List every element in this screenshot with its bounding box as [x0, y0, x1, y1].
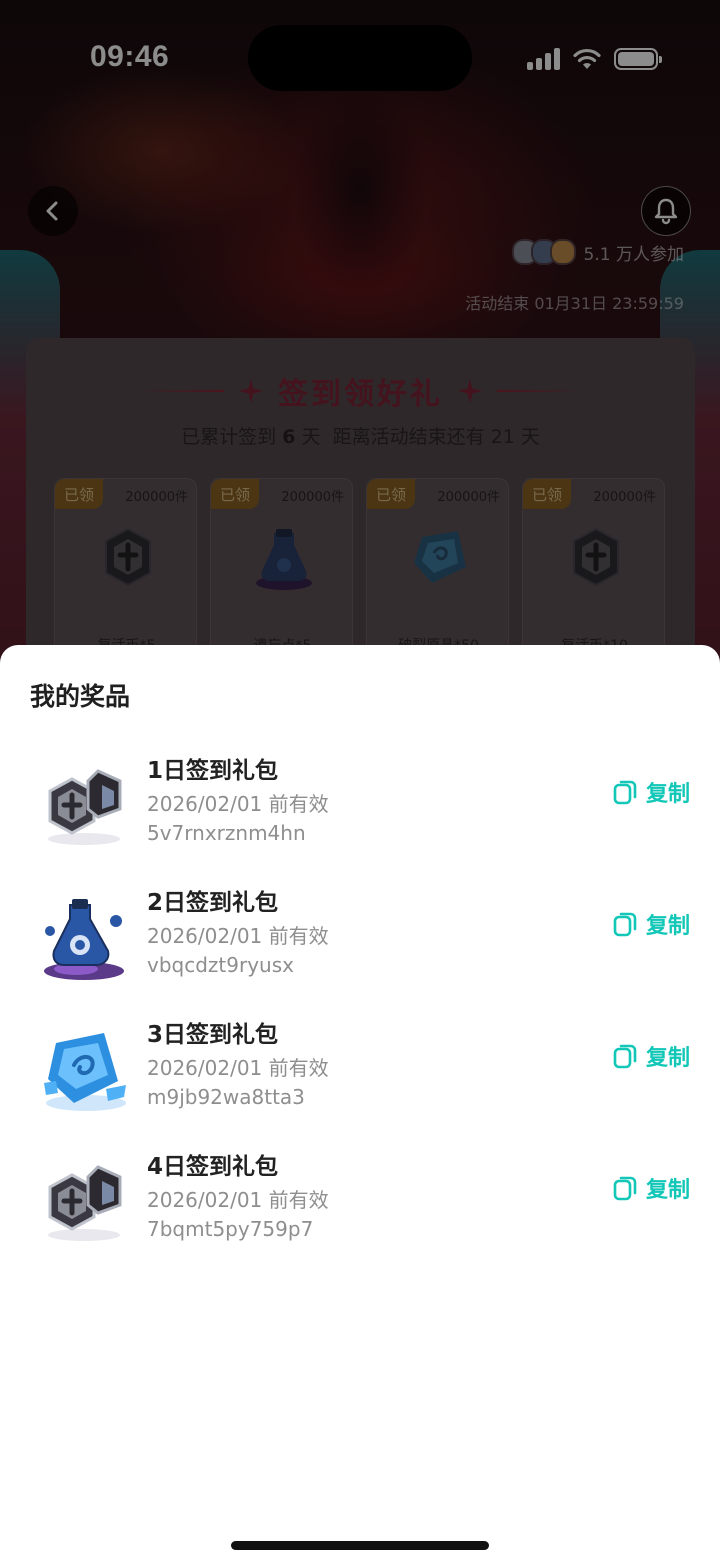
- revive-coin-icon: [48, 769, 122, 845]
- copy-button[interactable]: 复制: [612, 777, 690, 807]
- prize-code: vbqcdzt9ryusx: [147, 953, 294, 977]
- copy-label: 复制: [645, 1178, 690, 1203]
- prize-item: 4日签到礼包 2026/02/01 前有效 7bqmt5py759p7 复制: [0, 1147, 720, 1257]
- copy-icon: [613, 780, 637, 805]
- prize-name: 2日签到礼包: [147, 890, 279, 916]
- copy-icon: [613, 1176, 637, 1201]
- prize-validity: 2026/02/01 前有效: [147, 924, 329, 948]
- prize-code: 7bqmt5py759p7: [147, 1217, 314, 1241]
- copy-label: 复制: [645, 1046, 690, 1071]
- prize-validity: 2026/02/01 前有效: [147, 1056, 329, 1080]
- sheet-title: 我的奖品: [30, 682, 131, 711]
- prize-code: 5v7rnxrznm4hn: [147, 821, 306, 845]
- my-prizes-sheet: 我的奖品 1日签到礼包 2026/02/01 前有效 5v7rnxrznm4hn…: [0, 645, 720, 1565]
- prize-validity: 2026/02/01 前有效: [147, 1188, 329, 1212]
- prize-item: 1日签到礼包 2026/02/01 前有效 5v7rnxrznm4hn 复制: [0, 751, 720, 861]
- prize-item: 3日签到礼包 2026/02/01 前有效 m9jb92wa8tta3 复制: [0, 1015, 720, 1125]
- forget-potion-icon: [44, 899, 124, 980]
- prize-code: m9jb92wa8tta3: [147, 1085, 305, 1109]
- copy-button[interactable]: 复制: [612, 1041, 690, 1071]
- revive-coin-icon: [48, 1165, 122, 1241]
- copy-icon: [613, 1044, 637, 1069]
- copy-button[interactable]: 复制: [612, 909, 690, 939]
- prize-name: 4日签到礼包: [147, 1154, 279, 1180]
- prize-name: 1日签到礼包: [147, 758, 279, 784]
- copy-button[interactable]: 复制: [612, 1173, 690, 1203]
- prize-validity: 2026/02/01 前有效: [147, 792, 329, 816]
- copy-label: 复制: [645, 782, 690, 807]
- copy-label: 复制: [645, 914, 690, 939]
- prize-name: 3日签到礼包: [147, 1022, 279, 1048]
- home-indicator[interactable]: [231, 1541, 489, 1550]
- prize-item: 2日签到礼包 2026/02/01 前有效 vbqcdzt9ryusx 复制: [0, 883, 720, 993]
- copy-icon: [613, 912, 637, 937]
- crystal-icon: [44, 1033, 126, 1111]
